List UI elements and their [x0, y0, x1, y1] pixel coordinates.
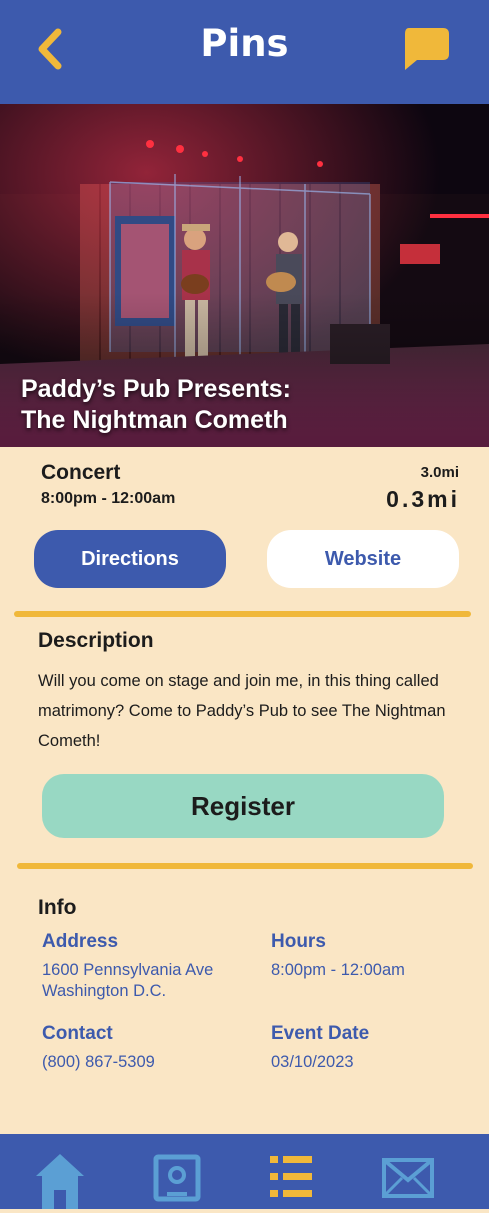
directions-button[interactable]: Directions — [34, 530, 226, 588]
app-header: Pins — [0, 0, 489, 104]
address-value[interactable]: 1600 Pennsylvania Ave Washington D.C. — [42, 960, 213, 1002]
contact-value[interactable]: (800) 867-5309 — [42, 1052, 155, 1073]
address-line2: Washington D.C. — [42, 982, 167, 1000]
website-button[interactable]: Website — [267, 530, 459, 588]
chat-bubble-icon — [405, 28, 449, 70]
event-type: Concert — [41, 461, 121, 484]
event-time: 8:00pm - 12:00am — [41, 490, 176, 507]
info-heading: Info — [38, 896, 77, 919]
tab-mail[interactable] — [382, 1158, 434, 1202]
hours-value: 8:00pm - 12:00am — [271, 961, 405, 979]
event-title-line2: The Nightman Cometh — [21, 406, 288, 434]
event-title-line1: Paddy’s Pub Presents: — [21, 375, 291, 403]
divider — [14, 611, 471, 617]
chat-button[interactable] — [401, 26, 451, 72]
map-pin-icon — [153, 1154, 201, 1202]
distance-small: 3.0mi — [420, 464, 459, 481]
tab-list[interactable] — [270, 1156, 312, 1202]
address-line1: 1600 Pennsylvania Ave — [42, 961, 214, 979]
address-label: Address — [42, 931, 119, 952]
event-date-value: 03/10/2023 — [271, 1053, 354, 1071]
description-text: Will you come on stage and join me, in t… — [38, 672, 446, 750]
tab-home[interactable] — [36, 1154, 84, 1213]
distance-large: 0.3mi — [386, 486, 460, 512]
home-icon — [36, 1154, 84, 1209]
divider — [17, 863, 473, 869]
contact-label: Contact — [42, 1023, 113, 1044]
event-title: Paddy’s Pub Presents: The Nightman Comet… — [21, 374, 291, 436]
description-heading: Description — [38, 629, 154, 652]
hours-label: Hours — [271, 931, 326, 952]
event-image: Paddy’s Pub Presents: The Nightman Comet… — [0, 104, 489, 447]
register-button[interactable]: Register — [42, 774, 444, 838]
bottom-tab-bar — [0, 1134, 489, 1209]
event-date-label: Event Date — [271, 1023, 370, 1044]
mail-icon — [382, 1158, 434, 1198]
list-icon — [270, 1156, 312, 1197]
tab-map[interactable] — [153, 1154, 201, 1206]
